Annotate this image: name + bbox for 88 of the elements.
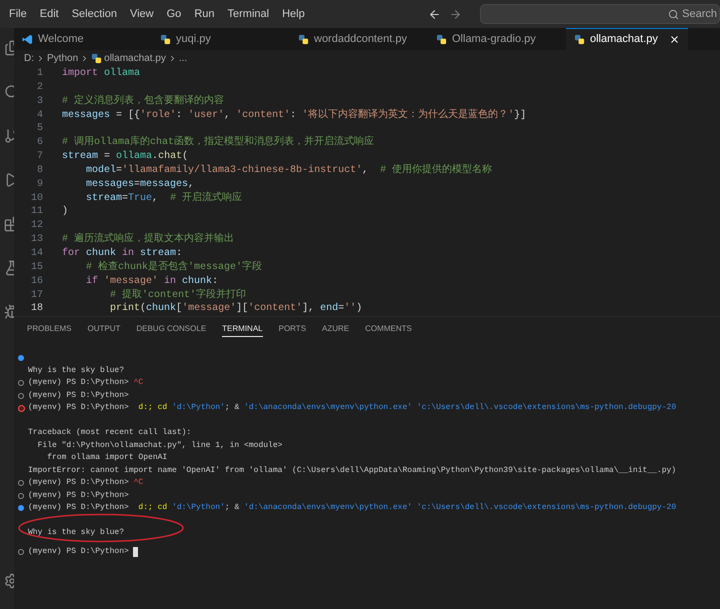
panel-tab[interactable]: PORTS <box>278 323 306 336</box>
breadcrumb-item[interactable]: D: <box>24 50 34 66</box>
code-line: stream = ollama.chat( <box>62 150 188 164</box>
tab-label: yuqi.py <box>176 32 211 47</box>
panel-tab[interactable]: COMMENTS <box>365 323 412 336</box>
line-number: 18 <box>30 302 43 316</box>
menu-item[interactable]: Edit <box>40 6 59 22</box>
line-number: 5 <box>36 122 43 136</box>
python-file-icon <box>160 34 171 44</box>
code-line: stream=True, # 开启流式响应 <box>85 192 242 206</box>
back-arrow-icon[interactable] <box>428 8 441 20</box>
menu-item[interactable]: Selection <box>72 6 117 22</box>
line-number: 12 <box>30 219 43 234</box>
code-line: # 定义消息列表，包含要翻译的内容 <box>62 94 224 109</box>
line-number: 1 <box>36 67 43 81</box>
editor-tab[interactable]: Ollama-gradio.py <box>428 28 566 50</box>
line-number: 4 <box>36 108 43 122</box>
terminal-line: (myenv) PS D:\Python> <box>28 546 129 558</box>
line-number: 10 <box>30 192 43 206</box>
python-file-icon <box>298 34 309 44</box>
menu-item[interactable]: Terminal <box>228 6 270 22</box>
line-number: 6 <box>36 136 43 150</box>
search-field[interactable]: Search <box>480 4 720 24</box>
code-line: # 提取'content'字段并打印 <box>109 288 246 302</box>
breadcrumb-item[interactable]: ollamachat.py <box>104 50 166 66</box>
code-line: if 'message' in chunk: <box>85 274 218 288</box>
line-number: 14 <box>30 246 43 261</box>
menu-item[interactable]: Help <box>282 6 305 22</box>
vscode-logo-icon <box>22 34 33 44</box>
code-line: messages=messages, <box>85 178 194 192</box>
terminal-line: (myenv) PS D:\Python> ^C <box>28 377 144 389</box>
search-placeholder: Search <box>682 6 717 22</box>
python-file-icon <box>574 34 585 45</box>
python-file-icon <box>436 34 447 44</box>
code-line: model='llamafamily/llama3-chinese-8b-instruct', # 使用你提供的模型名称 <box>85 164 492 178</box>
tab-label: wordaddcontent.py <box>314 32 407 47</box>
menu-item[interactable]: File <box>9 6 27 22</box>
line-number: 16 <box>30 274 43 288</box>
editor-tab[interactable]: ollamachat.py <box>566 28 688 50</box>
code-line: # 遍历流式响应，提取文本内容并输出 <box>62 233 234 247</box>
code-line: for chunk in stream: <box>62 246 182 260</box>
code-line: messages = [{'role': 'user', 'content': '将以下内容翻译为英文：为什么天是蓝色的？'}] <box>62 108 526 122</box>
panel-tab[interactable]: TERMINAL <box>222 322 263 336</box>
line-number: 9 <box>36 178 43 192</box>
terminal-line: (myenv) PS D:\Python> ^C <box>28 477 144 489</box>
line-number: 11 <box>30 205 43 220</box>
panel-tab[interactable]: DEBUG CONSOLE <box>136 323 206 336</box>
terminal-line: (myenv) PS D:\Python> d:; cd 'd:\Python'; & 'd:\anaconda\envs\myenv\python.exe' 'c:\Users\dell\.vscode\extensions\ms-python.debugpy-20 <box>28 502 676 514</box>
terminal-line: (myenv) PS D:\Python> <box>28 490 129 502</box>
menu-item[interactable]: Run <box>194 6 214 22</box>
terminal-line: Why is the sky blue? <box>28 364 124 376</box>
terminal-line: (myenv) PS D:\Python> <box>28 390 129 402</box>
close-icon[interactable] <box>668 34 680 45</box>
editor-tab[interactable]: Welcome <box>14 28 152 50</box>
forward-arrow-icon[interactable] <box>449 8 462 20</box>
line-number: 3 <box>36 94 43 109</box>
menu-item[interactable]: Go <box>166 6 182 22</box>
line-number: 8 <box>36 164 43 178</box>
terminal-line: File "d:\Python\ollamachat.py", line 1, in <module> <box>36 440 282 452</box>
python-file-icon <box>91 52 102 64</box>
line-number: 7 <box>36 150 43 164</box>
code-line: ) <box>62 205 68 220</box>
code-line: import ollama <box>62 67 140 81</box>
tab-label: ollamachat.py <box>590 32 658 48</box>
breadcrumb-item[interactable]: ... <box>178 50 188 66</box>
panel-tab[interactable]: OUTPUT <box>87 323 120 336</box>
breadcrumb-item[interactable]: Python <box>47 50 78 66</box>
code-line: # 检查chunk是否包含'message'字段 <box>85 260 262 275</box>
editor-tab[interactable]: yuqi.py <box>152 28 290 50</box>
code-line: # 调用ollama库的chat函数，指定模型和消息列表，并开启流式响应 <box>62 136 374 150</box>
panel-tab[interactable]: PROBLEMS <box>27 323 72 336</box>
line-number: 2 <box>36 80 43 95</box>
line-number: 15 <box>30 260 43 275</box>
terminal-line: Why is the sky blue? <box>28 527 124 539</box>
code-line: print(chunk['message']['content'], end='') <box>109 302 362 316</box>
chevron-icon <box>36 54 45 62</box>
line-number: 17 <box>30 288 43 302</box>
panel-tab[interactable]: AZURE <box>322 323 350 336</box>
editor-tab[interactable]: wordaddcontent.py <box>290 28 428 50</box>
terminal-line: (myenv) PS D:\Python> d:; cd 'd:\Python'; & 'd:\anaconda\envs\myenv\python.exe' 'c:\Users\dell\.vscode\extensions\ms-python.debugpy-20 <box>28 402 676 414</box>
terminal-line: Traceback (most recent call last): <box>28 427 192 439</box>
menu-item[interactable]: View <box>130 6 154 22</box>
tab-label: Welcome <box>38 32 84 47</box>
tab-label: Ollama-gradio.py <box>452 32 536 47</box>
terminal-line: ImportError: cannot import name 'OpenAI' from 'ollama' (C:\Users\dell\AppData\Roaming\Python\Python39\site-packages\ollama\__init__.py) <box>28 464 676 476</box>
line-number: 13 <box>30 233 43 247</box>
terminal-line: from ollama import OpenAI <box>46 452 168 464</box>
search-icon <box>668 8 680 20</box>
